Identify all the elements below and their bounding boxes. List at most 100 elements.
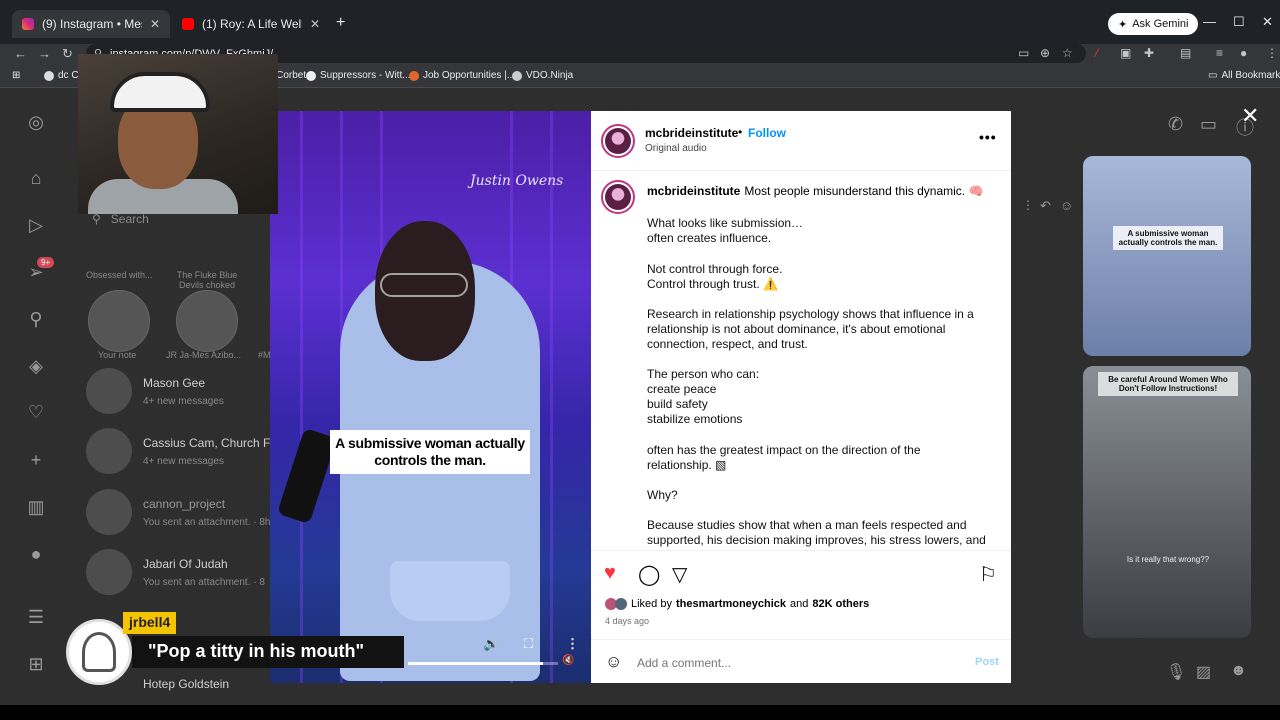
- shared-reel-thumbnail[interactable]: Be careful Around Women Who Don't Follow…: [1083, 366, 1251, 638]
- bookmark-favicon-icon: [512, 70, 522, 81]
- notifications-heart-icon[interactable]: ♡: [24, 400, 48, 424]
- comment-input[interactable]: [637, 656, 937, 670]
- bookmark-suppressors[interactable]: Suppressors - Witt...: [306, 70, 411, 81]
- bookmark-favicon-icon: [409, 70, 419, 81]
- zoom-icon[interactable]: ⊕: [1040, 46, 1050, 60]
- cast-icon[interactable]: ▭: [1018, 46, 1029, 60]
- image-icon[interactable]: ▨: [1196, 662, 1211, 682]
- instagram-favicon-icon: [22, 18, 34, 30]
- extension-icon[interactable]: ▣: [1120, 46, 1131, 60]
- mute-icon[interactable]: 🔇: [562, 655, 574, 666]
- video-call-icon[interactable]: ▭: [1200, 114, 1217, 135]
- search-icon[interactable]: ⚲: [24, 307, 48, 331]
- microphone-icon[interactable]: 🎙: [1166, 662, 1186, 682]
- save-bookmark-icon[interactable]: ⚐: [979, 562, 997, 587]
- video-progress-bar[interactable]: [408, 662, 558, 665]
- post-timestamp[interactable]: 4 days ago: [605, 616, 649, 626]
- note-avatar[interactable]: [176, 290, 238, 352]
- caption-username[interactable]: mcbrideinstitute: [647, 184, 740, 198]
- profile-avatar-icon[interactable]: ●: [1240, 46, 1247, 60]
- profile-avatar[interactable]: ●: [24, 542, 48, 566]
- more-options-icon[interactable]: •••: [979, 129, 997, 145]
- note-bubble: The Fluke Blue Devils choked: [176, 270, 238, 290]
- caption-first-line: mcbrideinstitute Most people misunderstan…: [647, 184, 984, 198]
- liked-by-user[interactable]: thesmartmoneychick: [676, 598, 786, 610]
- menu-icon[interactable]: ⋮: [1266, 46, 1278, 60]
- close-tab-icon[interactable]: ✕: [150, 17, 160, 31]
- author-avatar[interactable]: [601, 124, 635, 158]
- more-menu-icon[interactable]: ☰: [24, 605, 48, 629]
- bookmark-star-icon[interactable]: ☆: [1062, 46, 1073, 60]
- bookmark-vdo-ninja[interactable]: VDO.Ninja: [512, 70, 573, 81]
- reload-button[interactable]: ↻: [62, 46, 73, 62]
- avatar: [86, 368, 132, 414]
- sticker-icon[interactable]: ☻: [1230, 662, 1247, 680]
- audio-label[interactable]: Original audio: [645, 143, 707, 154]
- maximize-button[interactable]: ☐: [1233, 14, 1245, 30]
- instagram-logo-icon[interactable]: ◎: [24, 110, 48, 134]
- caption-line: stabilize emotions: [647, 412, 743, 426]
- close-window-button[interactable]: ✕: [1262, 14, 1273, 30]
- youtube-favicon-icon: [182, 18, 194, 30]
- note-avatar[interactable]: [88, 290, 150, 352]
- chat-message: "Pop a titty in his mouth": [132, 636, 404, 668]
- extension-icon[interactable]: ⁄: [1096, 46, 1098, 60]
- bookmark-job-opportunities[interactable]: Job Opportunities |...: [409, 70, 515, 81]
- caption-line: Why?: [647, 488, 678, 502]
- sidebar-icon[interactable]: ▤: [1180, 46, 1191, 60]
- watermark-signature: Justin Owens: [470, 173, 564, 189]
- apps-grid-icon[interactable]: ⊞: [24, 652, 48, 676]
- conversation-item[interactable]: Jabari Of Judah You sent an attachment. ·…: [86, 549, 276, 599]
- caption-line: Control through trust. ⚠️: [647, 277, 778, 291]
- dashboard-icon[interactable]: ▥: [24, 495, 48, 519]
- conversation-item[interactable]: cannon_project You sent an attachment. · …: [86, 489, 276, 539]
- share-icon[interactable]: ▽: [672, 562, 687, 587]
- tab-instagram[interactable]: (9) Instagram • Messages ✕: [12, 10, 170, 38]
- back-button[interactable]: ←: [14, 46, 27, 61]
- caption-line: create peace: [647, 382, 717, 396]
- comment-icon[interactable]: ◯: [638, 562, 660, 587]
- conversation-item[interactable]: Cassius Cam, Church Fo... 4+ new messages: [86, 428, 287, 478]
- video-menu-icon[interactable]: ⋮: [566, 636, 579, 652]
- more-icon[interactable]: ⋮: [1022, 198, 1034, 212]
- all-bookmarks[interactable]: ▭ All Bookmarks: [1208, 70, 1280, 81]
- fullscreen-icon[interactable]: ⛶: [524, 636, 533, 652]
- reply-icon[interactable]: ↶: [1040, 198, 1051, 214]
- caption-paragraph: Because studies show that when a man fee…: [647, 518, 986, 547]
- avatar: [86, 489, 132, 535]
- explore-icon[interactable]: ◈: [24, 354, 48, 378]
- like-heart-icon[interactable]: ♥: [604, 562, 616, 585]
- reels-icon[interactable]: ▷: [24, 213, 48, 237]
- close-modal-button[interactable]: ✕: [1241, 103, 1259, 129]
- likes-summary[interactable]: Liked by thesmartmoneychick and 82K othe…: [605, 598, 869, 610]
- media-icon[interactable]: ≡: [1216, 46, 1223, 60]
- author-username[interactable]: mcbrideinstitute: [645, 126, 738, 140]
- minimize-button[interactable]: —: [1203, 14, 1216, 29]
- folder-icon: ▭: [1208, 70, 1218, 81]
- emoji-icon[interactable]: ☺: [605, 652, 622, 672]
- phone-icon[interactable]: ✆: [1168, 114, 1183, 135]
- shared-reel-thumbnail[interactable]: A submissive woman actually controls the…: [1083, 156, 1251, 356]
- caption-paragraph: Research in relationship psychology show…: [647, 307, 974, 351]
- extensions-puzzle-icon[interactable]: ✚: [1144, 46, 1154, 60]
- apps-icon[interactable]: ⊞: [12, 70, 20, 81]
- author-avatar[interactable]: [601, 180, 635, 214]
- caption-area[interactable]: mcbrideinstitute Most people misunderstan…: [591, 173, 1011, 550]
- post-comment-button[interactable]: Post: [975, 656, 999, 668]
- search-icon: ⚲: [92, 212, 101, 226]
- home-icon[interactable]: ⌂: [24, 166, 48, 190]
- volume-icon[interactable]: 🔊: [483, 636, 499, 652]
- liked-others-count[interactable]: 82K others: [812, 598, 869, 610]
- ask-gemini-button[interactable]: ✦ Ask Gemini: [1108, 13, 1199, 35]
- new-tab-button[interactable]: +: [336, 14, 345, 32]
- glass-bowl-prop: [390, 561, 510, 621]
- close-tab-icon[interactable]: ✕: [310, 17, 320, 31]
- react-emoji-icon[interactable]: ☺: [1060, 198, 1073, 213]
- forward-button[interactable]: →: [38, 46, 51, 61]
- reel-video[interactable]: Justin Owens: [270, 111, 591, 683]
- follow-button[interactable]: Follow: [748, 126, 786, 140]
- tab-youtube[interactable]: (1) Roy: A Life Well Lived | Rick ✕: [172, 10, 330, 38]
- caption-line: What looks like submission…: [647, 216, 804, 230]
- conversation-item[interactable]: Mason Gee 4+ new messages: [86, 368, 276, 418]
- create-icon[interactable]: +: [24, 448, 48, 472]
